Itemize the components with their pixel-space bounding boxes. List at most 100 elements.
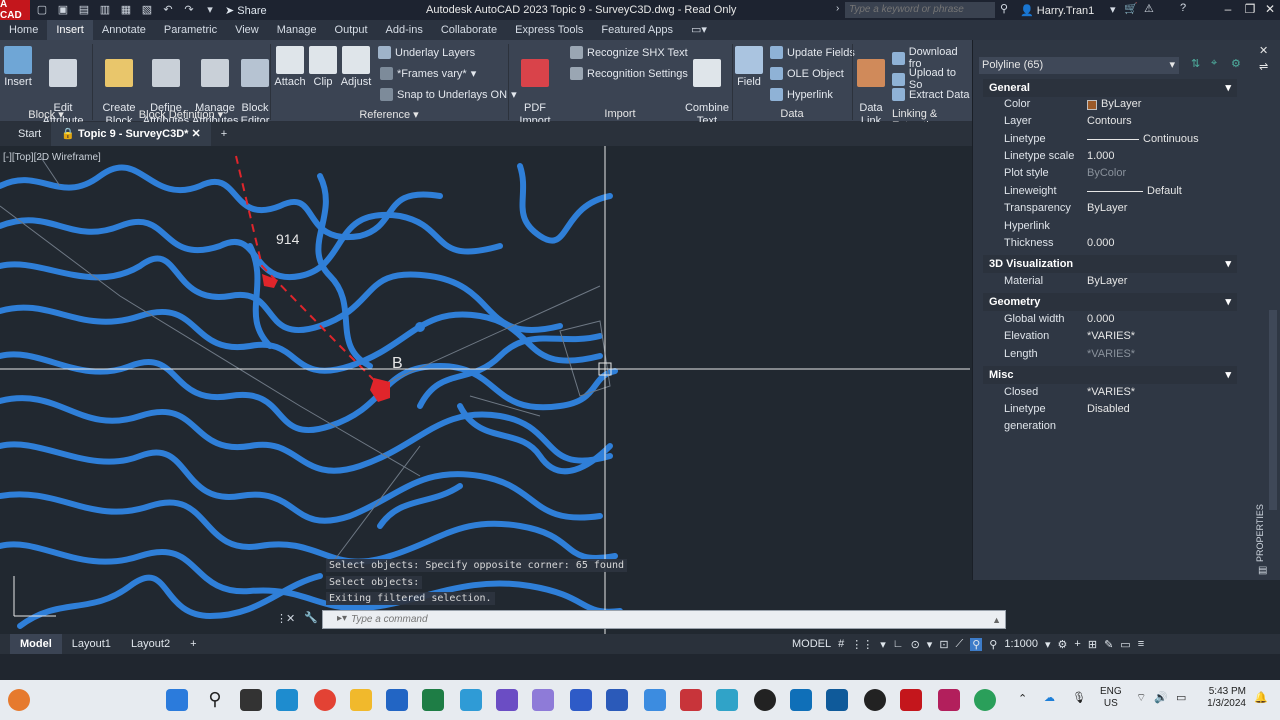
- zalo-icon[interactable]: [644, 689, 666, 711]
- selection-dropdown[interactable]: Polyline (65) ▾: [979, 57, 1179, 74]
- tab-express-tools[interactable]: Express Tools: [506, 20, 592, 40]
- notification-bell-icon[interactable]: 🔔: [1254, 691, 1268, 704]
- underlay-layers-button[interactable]: Underlay Layers: [378, 46, 475, 59]
- point-marker[interactable]: [415, 322, 425, 332]
- civil3d-taskbar-icon[interactable]: [938, 689, 960, 711]
- chrome-icon[interactable]: [314, 689, 336, 711]
- recognition-settings-button[interactable]: Recognition Settings: [570, 67, 688, 80]
- tab-start[interactable]: Start: [8, 122, 51, 146]
- close-button[interactable]: ✕: [1260, 2, 1280, 18]
- panel-block-definition[interactable]: Block Definition ▾: [92, 108, 270, 122]
- search-icon[interactable]: ⚲: [1000, 2, 1008, 15]
- section-misc[interactable]: Misc ▾: [983, 366, 1237, 384]
- tab-parametric[interactable]: Parametric: [155, 20, 226, 40]
- save-icon[interactable]: ▤: [75, 3, 93, 17]
- new-icon[interactable]: ▢: [33, 3, 51, 17]
- hyperlink-button[interactable]: Hyperlink: [770, 88, 833, 101]
- task-view-icon[interactable]: [240, 689, 262, 711]
- recognize-shx-button[interactable]: Recognize SHX Text: [570, 46, 688, 59]
- prop-row[interactable]: Elevation *VARIES*: [983, 328, 1237, 345]
- prop-row[interactable]: Transparency ByLayer: [983, 200, 1237, 217]
- palette-settings-icon[interactable]: ▤: [1258, 565, 1267, 576]
- dropdown-icon[interactable]: ▾: [927, 638, 933, 651]
- cart-icon[interactable]: 🛒: [1124, 2, 1138, 15]
- open-icon[interactable]: ▣: [54, 3, 72, 17]
- clip-button[interactable]: Clip: [308, 46, 338, 89]
- prop-row[interactable]: Layer Contours: [983, 113, 1237, 130]
- panel-import[interactable]: Import: [508, 108, 732, 122]
- panel-block[interactable]: Block ▾: [0, 108, 92, 122]
- model-space-toggle[interactable]: MODEL: [792, 638, 831, 650]
- volume-icon[interactable]: 🔊: [1154, 691, 1168, 704]
- history-arrow-icon[interactable]: ▲: [992, 615, 1001, 625]
- snap-icon[interactable]: ⋮⋮: [851, 638, 873, 651]
- workspace-toggle-icon[interactable]: ▭▾: [682, 20, 716, 40]
- field-button[interactable]: Field: [734, 46, 764, 89]
- expand-arrow-icon[interactable]: ›: [836, 3, 839, 14]
- tab-layout2[interactable]: Layout2: [121, 634, 180, 654]
- panel-reference[interactable]: Reference ▾: [270, 108, 508, 122]
- customize-command-icon[interactable]: 🔧: [304, 611, 318, 624]
- add-layout-button[interactable]: +: [180, 634, 206, 654]
- web-save-icon[interactable]: ▦: [117, 3, 135, 17]
- panel-data[interactable]: Data: [732, 108, 852, 122]
- prop-row[interactable]: Closed *VARIES*: [983, 384, 1237, 401]
- share-alert-icon[interactable]: ⚠: [1144, 2, 1154, 15]
- clock[interactable]: 5:43 PM 1/3/2024: [1200, 686, 1246, 710]
- print-icon[interactable]: ▧: [138, 3, 156, 17]
- annotation-visibility-icon[interactable]: ⚲: [970, 637, 983, 651]
- quick-select-icon[interactable]: ⚙: [1231, 57, 1241, 70]
- close-command-icon[interactable]: ✕: [286, 612, 295, 625]
- tab-drawing[interactable]: 🔒 Topic 9 - SurveyC3D* ✕: [51, 122, 211, 146]
- annotation-scale-icon[interactable]: ⚲: [989, 638, 997, 651]
- app-icon[interactable]: [716, 689, 738, 711]
- microphone-icon[interactable]: 🎙: [1072, 691, 1086, 704]
- onedrive-icon[interactable]: ☁: [1044, 691, 1055, 704]
- adjust-button[interactable]: Adjust: [340, 46, 372, 89]
- ole-object-button[interactable]: OLE Object: [770, 67, 844, 80]
- annotation-scale[interactable]: 1:1000: [1004, 638, 1038, 650]
- customization-icon[interactable]: ≡: [1138, 638, 1144, 650]
- prop-row[interactable]: Material ByLayer: [983, 273, 1237, 290]
- close-palette-icon[interactable]: ✕: [1259, 44, 1268, 57]
- prop-row[interactable]: Linetype Continuous: [983, 131, 1237, 148]
- hardware-icon[interactable]: ▭: [1120, 638, 1130, 651]
- save-as-icon[interactable]: ▥: [96, 3, 114, 17]
- dropdown-icon[interactable]: ▾: [1045, 638, 1051, 651]
- search-input[interactable]: [845, 2, 995, 18]
- app-icon[interactable]: [460, 689, 482, 711]
- new-tab-button[interactable]: +: [211, 122, 237, 146]
- tab-annotate[interactable]: Annotate: [93, 20, 155, 40]
- units-icon[interactable]: ⊞: [1088, 638, 1097, 651]
- tab-featured-apps[interactable]: Featured Apps: [592, 20, 682, 40]
- insert-block-button[interactable]: Insert: [4, 46, 32, 89]
- revit-icon[interactable]: [570, 689, 592, 711]
- minimize-button[interactable]: –: [1218, 2, 1238, 18]
- isolate-icon[interactable]: ✎: [1104, 638, 1113, 651]
- command-line[interactable]: ▸▾ ▲: [322, 610, 1006, 629]
- section-general[interactable]: General ▾: [983, 79, 1237, 97]
- app-icon[interactable]: [790, 689, 812, 711]
- battery-icon[interactable]: ▭: [1176, 691, 1186, 704]
- extract-data-button[interactable]: Extract Data: [892, 88, 970, 101]
- autocad-logo-icon[interactable]: A CAD: [0, 0, 30, 21]
- ortho-icon[interactable]: ∟: [893, 638, 904, 650]
- file-explorer-icon[interactable]: [350, 689, 372, 711]
- section-geometry[interactable]: Geometry ▾: [983, 293, 1237, 311]
- notification-app-icon[interactable]: [8, 689, 30, 711]
- share-button[interactable]: ➤ Share: [225, 4, 267, 17]
- prop-row[interactable]: Color ByLayer: [983, 96, 1237, 113]
- edge-icon[interactable]: [276, 689, 298, 711]
- prop-row[interactable]: Length *VARIES*: [983, 346, 1237, 363]
- tab-model[interactable]: Model: [10, 634, 62, 654]
- autocad-taskbar-icon[interactable]: [900, 689, 922, 711]
- prop-row[interactable]: Lineweight Default: [983, 183, 1237, 200]
- frames-vary-dropdown[interactable]: *Frames vary* ▾: [380, 67, 476, 80]
- close-tab-icon[interactable]: ✕: [192, 128, 201, 140]
- search-taskbar-icon[interactable]: ⚲: [204, 689, 226, 711]
- user-account[interactable]: 👤 Harry.Tran1: [1020, 4, 1094, 17]
- tab-insert[interactable]: Insert: [47, 20, 93, 40]
- prop-row[interactable]: Linetype generation Disabled: [983, 401, 1237, 432]
- redo-icon[interactable]: ↷: [180, 3, 198, 17]
- windows-start-icon[interactable]: [166, 689, 188, 711]
